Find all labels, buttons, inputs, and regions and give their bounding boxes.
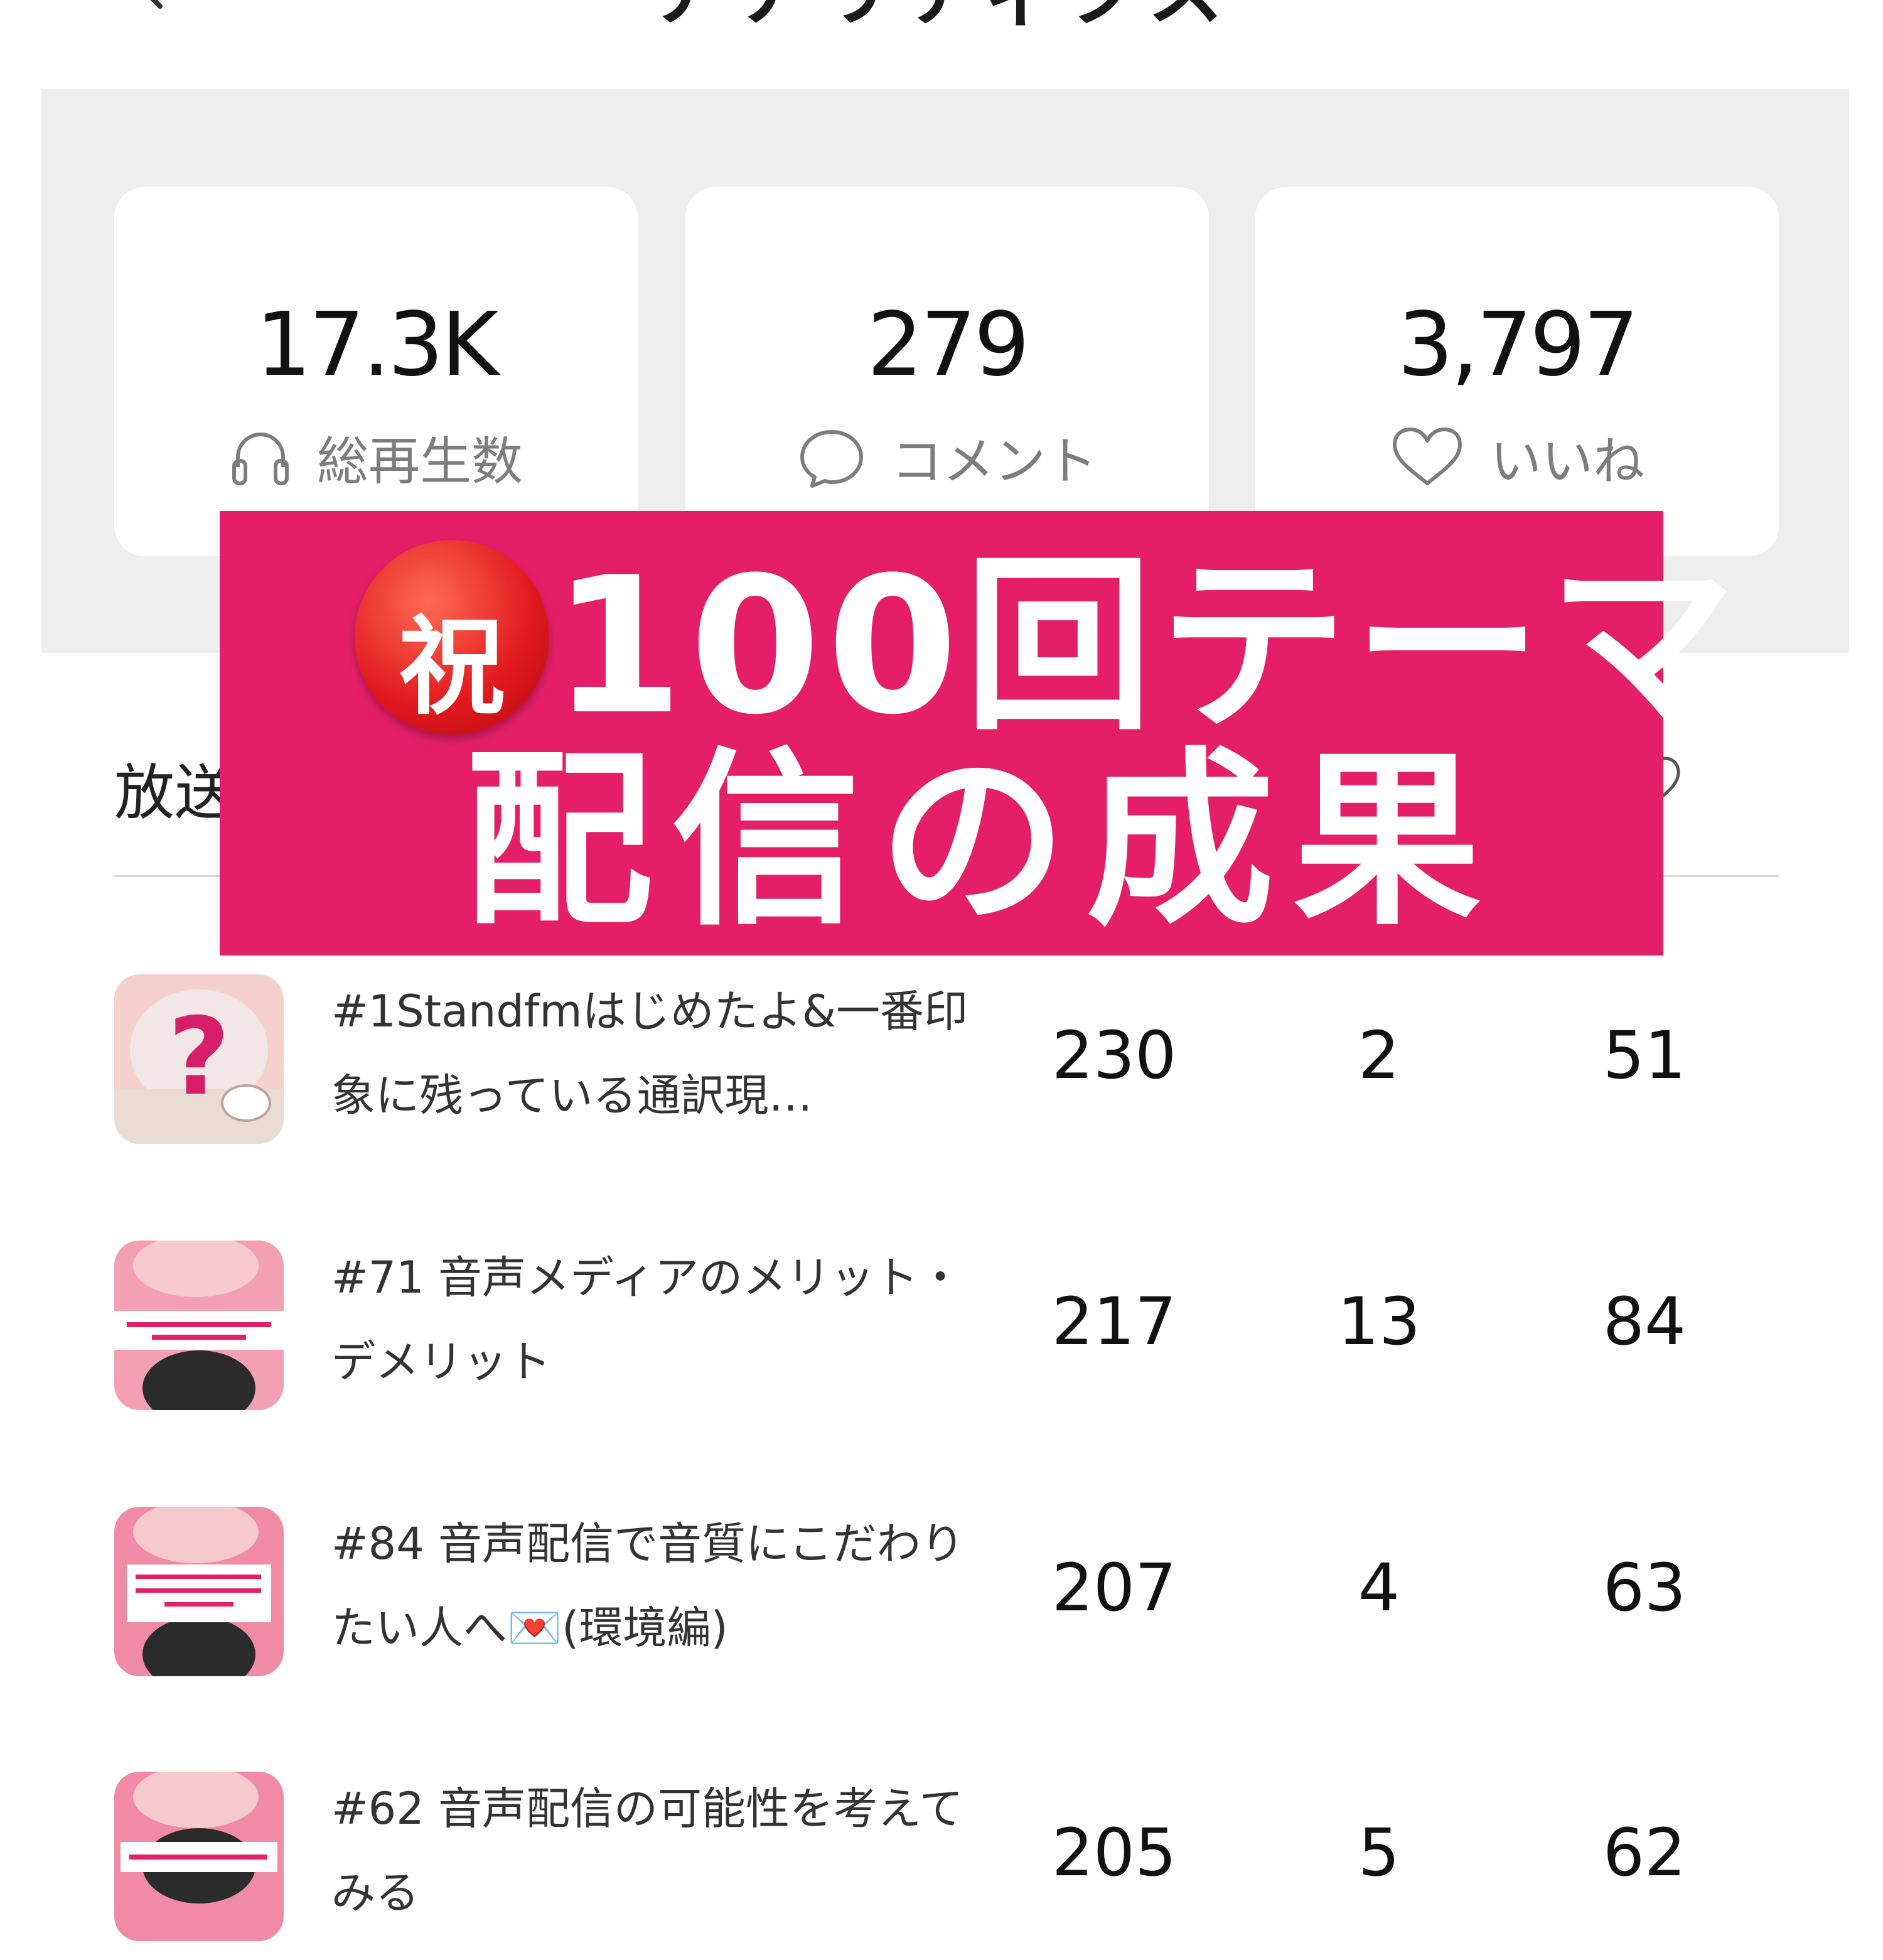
episode-row[interactable]: ? #1Standfmはじめたよ&一番印象に残っている通訳現… 230 2 51 [0,974,1883,1163]
episode-likes: 51 [1602,1017,1687,1094]
episode-comments: 2 [1358,1017,1400,1094]
episode-comments: 13 [1337,1283,1421,1360]
episode-likes: 84 [1602,1283,1687,1360]
comments-label: コメント [891,432,1097,492]
likes-label: いいね [1489,432,1644,492]
episode-title[interactable]: #1Standfmはじめたよ&一番印象に残っている通訳現… [331,969,997,1138]
episode-row[interactable]: #84 音声配信で音質にこだわりたい人へ💌(環境編) 207 4 63 [0,1507,1883,1695]
episode-comments: 4 [1358,1549,1400,1626]
total-plays-value: 17.3K [255,294,499,396]
episode-row[interactable]: #62 音声配信の可能性を考えてみる 205 5 62 [0,1772,1883,1960]
episode-plays: 207 [1051,1549,1177,1626]
speech-bubble-icon [800,429,863,488]
banner-title-line2: 配信の成果 [464,731,1500,950]
total-plays-label: 総再生数 [316,432,523,492]
episode-title[interactable]: #71 音声メディアのメリット・デメリット [331,1236,997,1404]
episode-plays: 230 [1051,1017,1177,1094]
episode-likes: 63 [1602,1549,1687,1626]
celebration-badge: 祝 [355,540,549,735]
svg-text:?: ? [168,995,230,1119]
episode-title[interactable]: #62 音声配信の可能性を考えてみる [331,1767,997,1935]
episode-thumbnail [114,1507,284,1676]
heart-icon [1392,427,1462,485]
likes-card: 3,797 いいね [1255,187,1779,556]
episode-title[interactable]: #84 音声配信で音質にこだわりたい人へ💌(環境編) [331,1502,997,1670]
episode-likes: 62 [1602,1814,1687,1891]
page-title: アナリティクス [0,0,1883,40]
episode-thumbnail [114,1241,284,1410]
likes-value: 3,797 [1397,294,1639,396]
headphones-icon [232,432,289,485]
banner-title-line1: 100回テーマ [552,537,1743,756]
episode-plays: 217 [1051,1283,1177,1360]
comments-value: 279 [867,294,1029,396]
comments-card: 279 コメント [685,187,1209,556]
episode-thumbnail: ? [114,974,284,1144]
episode-thumbnail [114,1772,284,1941]
episode-plays: 205 [1051,1814,1177,1891]
episode-row[interactable]: #71 音声メディアのメリット・デメリット 217 13 84 [0,1241,1883,1429]
episode-comments: 5 [1358,1814,1400,1891]
badge-character: 祝 [398,605,505,730]
list-header-label: 放送 [114,758,235,828]
total-plays-card: 17.3K 総再生数 [114,187,638,556]
